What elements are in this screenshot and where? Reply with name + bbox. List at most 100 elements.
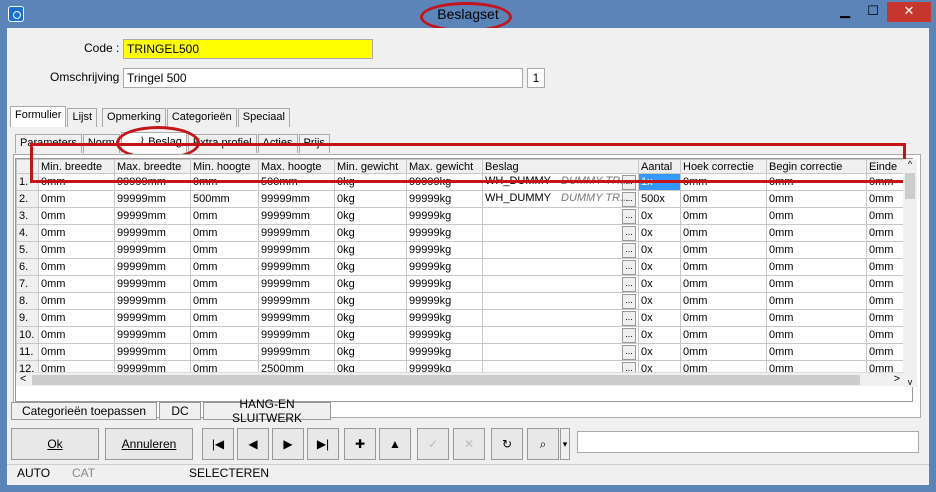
beslag-cell[interactable]: ...: [482, 275, 639, 293]
grid-cell[interactable]: 0x: [638, 326, 681, 344]
tab-formulier[interactable]: Formulier: [10, 106, 67, 127]
grid-cell[interactable]: 99999kg: [406, 309, 483, 327]
grid-cell[interactable]: 0kg: [334, 258, 407, 276]
grid-cell[interactable]: 99999mm: [258, 309, 335, 327]
row-number[interactable]: 4.: [16, 224, 39, 242]
grid-cell[interactable]: 99999mm: [258, 275, 335, 293]
table-row[interactable]: 10. 0mm 99999mm 0mm 99999mm 0kg 99999kg... 0x 0m…: [16, 326, 907, 344]
minimize-button[interactable]: ▁: [832, 2, 858, 22]
grid-cell[interactable]: 0mm: [680, 224, 767, 242]
scroll-left-icon[interactable]: <: [20, 373, 26, 385]
grid-cell[interactable]: 0x: [638, 258, 681, 276]
grid-cell[interactable]: 99999mm: [114, 224, 191, 242]
row-number[interactable]: 8.: [16, 292, 39, 310]
browse-button[interactable]: ...: [622, 242, 636, 258]
annuleren-button[interactable]: Annuleren: [105, 428, 193, 460]
grid-cell[interactable]: 0x: [638, 224, 681, 242]
grid-cell[interactable]: 0mm: [866, 207, 907, 225]
omschrijving-field[interactable]: Tringel 500: [123, 68, 523, 88]
grid-cell[interactable]: 0mm: [190, 275, 259, 293]
row-number[interactable]: 2.: [16, 190, 39, 208]
grid-cell[interactable]: 99999kg: [406, 292, 483, 310]
binoculars-icon[interactable]: ⌕: [527, 428, 559, 460]
grid-cell[interactable]: 0mm: [866, 224, 907, 242]
grid-cell[interactable]: 0x: [638, 292, 681, 310]
hang-en-sluitwerk-button[interactable]: HANG-EN SLUITWERK: [203, 397, 331, 425]
grid-cell[interactable]: 0mm: [38, 241, 115, 259]
grid-cell[interactable]: 0mm: [680, 292, 767, 310]
grid-cell[interactable]: 0mm: [38, 292, 115, 310]
tab-lijst[interactable]: Lijst: [67, 108, 98, 127]
grid-cell[interactable]: 99999mm: [114, 190, 191, 208]
beslag-cell[interactable]: ...: [482, 309, 639, 327]
scroll-right-icon[interactable]: >: [894, 373, 900, 385]
grid-cell[interactable]: 0mm: [766, 309, 867, 327]
grid-cell[interactable]: 99999kg: [406, 241, 483, 259]
grid-cell[interactable]: 99999mm: [258, 292, 335, 310]
prev-icon[interactable]: ◀: [237, 428, 269, 460]
code-field[interactable]: TRINGEL500: [123, 39, 373, 59]
language-count[interactable]: 1: [527, 68, 545, 88]
tab-categorieen[interactable]: Categorieën: [166, 108, 237, 127]
grid-cell[interactable]: 99999mm: [114, 275, 191, 293]
browse-button[interactable]: ...: [622, 259, 636, 275]
grid-cell[interactable]: 0kg: [334, 292, 407, 310]
grid-cell[interactable]: 0mm: [866, 258, 907, 276]
grid-cell[interactable]: 0mm: [38, 190, 115, 208]
browse-button[interactable]: ...: [622, 208, 636, 224]
grid-cell[interactable]: 0mm: [866, 309, 907, 327]
grid-cell[interactable]: 0mm: [866, 275, 907, 293]
categorieen-toepassen-button[interactable]: Categorieën toepassen: [11, 402, 157, 420]
title-bar[interactable]: Beslagset ▁ ☐ ✕: [0, 0, 936, 32]
add-icon[interactable]: ✚: [344, 428, 376, 460]
grid-cell[interactable]: 0mm: [866, 343, 907, 361]
grid-cell[interactable]: 0mm: [766, 343, 867, 361]
grid-cell[interactable]: 99999mm: [258, 326, 335, 344]
grid-cell[interactable]: 0kg: [334, 343, 407, 361]
vertical-scroll-thumb[interactable]: [905, 173, 915, 199]
grid-cell[interactable]: 0mm: [766, 241, 867, 259]
grid-cell[interactable]: 0mm: [38, 326, 115, 344]
grid-cell[interactable]: 0mm: [680, 207, 767, 225]
grid-cell[interactable]: 0mm: [38, 343, 115, 361]
table-row[interactable]: 9. 0mm 99999mm 0mm 99999mm 0kg 99999kg... 0x 0mm…: [16, 309, 907, 327]
confirm-icon[interactable]: ✓: [417, 428, 449, 460]
row-number[interactable]: 5.: [16, 241, 39, 259]
close-button[interactable]: ✕: [887, 2, 931, 22]
beslag-cell[interactable]: ...: [482, 343, 639, 361]
table-row[interactable]: 6. 0mm 99999mm 0mm 99999mm 0kg 99999kg... 0x 0mm…: [16, 258, 907, 276]
scroll-down-icon[interactable]: v: [903, 377, 917, 387]
grid-cell[interactable]: 0mm: [38, 224, 115, 242]
grid-cell[interactable]: 99999mm: [258, 207, 335, 225]
grid-cell[interactable]: 0x: [638, 309, 681, 327]
grid-cell[interactable]: 0mm: [680, 190, 767, 208]
grid-cell[interactable]: 0mm: [866, 326, 907, 344]
grid-cell[interactable]: 99999mm: [114, 343, 191, 361]
grid-cell[interactable]: 0mm: [766, 190, 867, 208]
table-row[interactable]: 2. 0mm 99999mm 500mm 99999mm 0kg 99999kg... WH_…: [16, 190, 907, 208]
grid-cell[interactable]: 0mm: [766, 258, 867, 276]
grid-cell[interactable]: 99999mm: [258, 241, 335, 259]
table-row[interactable]: 5. 0mm 99999mm 0mm 99999mm 0kg 99999kg... 0x 0mm…: [16, 241, 907, 259]
grid-cell[interactable]: 0mm: [190, 292, 259, 310]
grid-cell[interactable]: 0mm: [766, 275, 867, 293]
grid-cell[interactable]: 0mm: [680, 241, 767, 259]
refresh-icon[interactable]: ↻: [491, 428, 523, 460]
browse-button[interactable]: ...: [622, 225, 636, 241]
next-icon[interactable]: ▶: [272, 428, 304, 460]
browse-button[interactable]: ...: [622, 276, 636, 292]
grid-cell[interactable]: 0x: [638, 275, 681, 293]
grid-cell[interactable]: 0x: [638, 207, 681, 225]
grid-cell[interactable]: 0mm: [766, 224, 867, 242]
grid-cell[interactable]: 0kg: [334, 190, 407, 208]
search-input[interactable]: [577, 431, 919, 453]
grid-cell[interactable]: 0mm: [190, 207, 259, 225]
grid-cell[interactable]: 99999mm: [114, 326, 191, 344]
grid-cell[interactable]: 99999kg: [406, 326, 483, 344]
grid-cell[interactable]: 0kg: [334, 207, 407, 225]
row-number[interactable]: 10.: [16, 326, 39, 344]
row-number[interactable]: 6.: [16, 258, 39, 276]
grid-cell[interactable]: 99999kg: [406, 224, 483, 242]
grid-cell[interactable]: 0mm: [190, 326, 259, 344]
beslag-cell[interactable]: ...: [482, 241, 639, 259]
